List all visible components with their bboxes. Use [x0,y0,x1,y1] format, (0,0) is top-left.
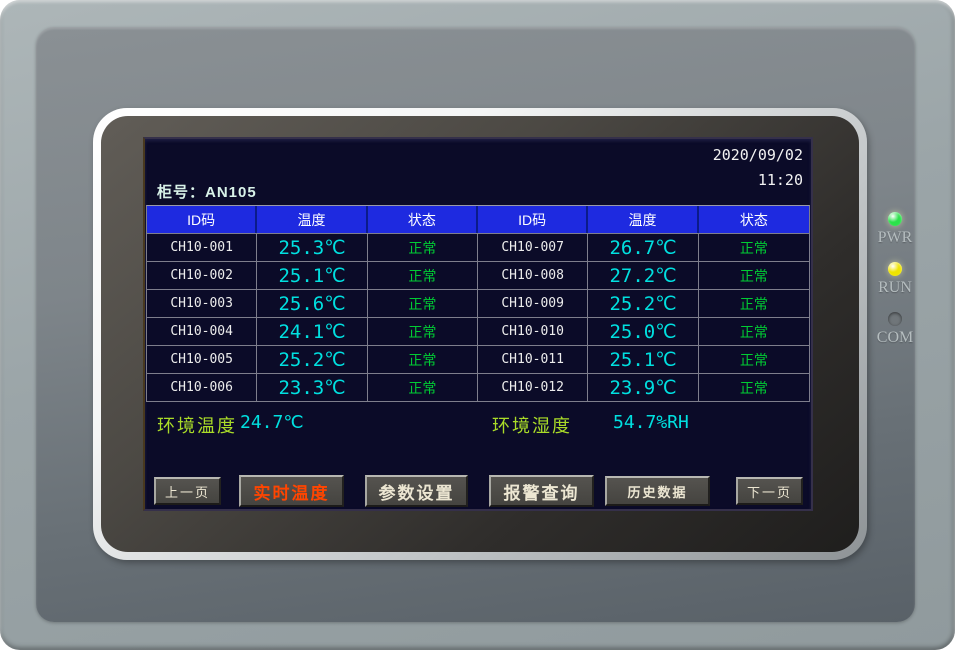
table-row: CH10-00125.3℃正常CH10-00726.7℃正常 [147,234,809,262]
status-cell: 正常 [368,290,478,317]
cabinet-number-label: 柜号：AN105 [157,181,257,202]
history-data-button[interactable]: 历史数据 [605,476,710,506]
run-led-block: RUN [872,262,918,297]
channel-id-cell: CH10-005 [147,346,257,373]
run-led-icon [888,262,902,276]
pwr-led-block: PWR [872,212,918,247]
temperature-cell: 25.3℃ [257,234,367,261]
datetime-display: 2020/09/02 11:20 [713,143,803,193]
channel-id-cell: CH10-004 [147,318,257,345]
run-led-label: RUN [878,279,912,297]
ambient-readings: 环境温度 24.7℃ 环境湿度 54.7%RH [145,406,811,442]
status-cell: 正常 [368,262,478,289]
com-led-label: COM [877,329,913,347]
temperature-cell: 26.7℃ [588,234,698,261]
status-cell: 正常 [699,374,809,401]
channel-table-header: ID码温度状态ID码温度状态 [147,206,809,234]
temperature-cell: 23.3℃ [257,374,367,401]
status-led-column: PWR RUN COM [872,212,918,347]
alarm-query-button[interactable]: 报警查询 [489,475,594,507]
hmi-device-frame: 2020/09/02 11:20 柜号：AN105 ID码温度状态ID码温度状态… [0,0,955,650]
channel-id-cell: CH10-011 [478,346,588,373]
temperature-cell: 25.2℃ [588,290,698,317]
table-row: CH10-00325.6℃正常CH10-00925.2℃正常 [147,290,809,318]
status-cell: 正常 [368,374,478,401]
realtime-temperature-button[interactable]: 实时温度 [239,475,344,507]
channel-id-cell: CH10-008 [478,262,588,289]
channel-id-cell: CH10-002 [147,262,257,289]
ambient-humidity-label: 环境湿度 [492,412,572,438]
touchscreen-display: 2020/09/02 11:20 柜号：AN105 ID码温度状态ID码温度状态… [143,137,813,511]
column-header: 温度 [588,206,698,233]
table-row: CH10-00623.3℃正常CH10-01223.9℃正常 [147,374,809,402]
hmi-panel-photo: 2020/09/02 11:20 柜号：AN105 ID码温度状态ID码温度状态… [0,0,955,650]
next-page-button[interactable]: 下一页 [736,477,803,505]
column-header: ID码 [147,206,257,233]
channel-id-cell: CH10-007 [478,234,588,261]
status-cell: 正常 [699,346,809,373]
ambient-temperature-label: 环境温度 [157,412,237,438]
channel-id-cell: CH10-010 [478,318,588,345]
com-led-icon [888,312,902,326]
temperature-cell: 23.9℃ [588,374,698,401]
ambient-temperature-value: 24.7℃ [240,412,304,433]
channel-id-cell: CH10-009 [478,290,588,317]
temperature-cell: 25.1℃ [588,346,698,373]
table-row: CH10-00424.1℃正常CH10-01025.0℃正常 [147,318,809,346]
table-row: CH10-00225.1℃正常CH10-00827.2℃正常 [147,262,809,290]
column-header: ID码 [478,206,588,233]
temperature-cell: 25.2℃ [257,346,367,373]
prev-page-button[interactable]: 上一页 [154,477,221,505]
status-cell: 正常 [368,346,478,373]
channel-table-body: CH10-00125.3℃正常CH10-00726.7℃正常CH10-00225… [147,234,809,402]
column-header: 状态 [699,206,809,233]
channel-id-cell: CH10-003 [147,290,257,317]
channel-id-cell: CH10-012 [478,374,588,401]
channel-table: ID码温度状态ID码温度状态 CH10-00125.3℃正常CH10-00726… [146,205,810,402]
temperature-cell: 25.1℃ [257,262,367,289]
temperature-cell: 27.2℃ [588,262,698,289]
temperature-cell: 25.0℃ [588,318,698,345]
date-text: 2020/09/02 [713,143,803,168]
time-text: 11:20 [713,168,803,193]
column-header: 状态 [368,206,478,233]
column-header: 温度 [257,206,367,233]
status-cell: 正常 [699,234,809,261]
table-row: CH10-00525.2℃正常CH10-01125.1℃正常 [147,346,809,374]
status-cell: 正常 [699,262,809,289]
channel-id-cell: CH10-001 [147,234,257,261]
ambient-humidity-value: 54.7%RH [613,412,689,433]
status-cell: 正常 [368,318,478,345]
status-cell: 正常 [699,290,809,317]
temperature-cell: 24.1℃ [257,318,367,345]
status-cell: 正常 [368,234,478,261]
pwr-led-label: PWR [878,229,913,247]
channel-id-cell: CH10-006 [147,374,257,401]
com-led-block: COM [872,312,918,347]
status-cell: 正常 [699,318,809,345]
temperature-cell: 25.6℃ [257,290,367,317]
parameter-settings-button[interactable]: 参数设置 [365,475,468,507]
pwr-led-icon [888,212,902,226]
screen-header: 2020/09/02 11:20 柜号：AN105 [145,139,811,205]
